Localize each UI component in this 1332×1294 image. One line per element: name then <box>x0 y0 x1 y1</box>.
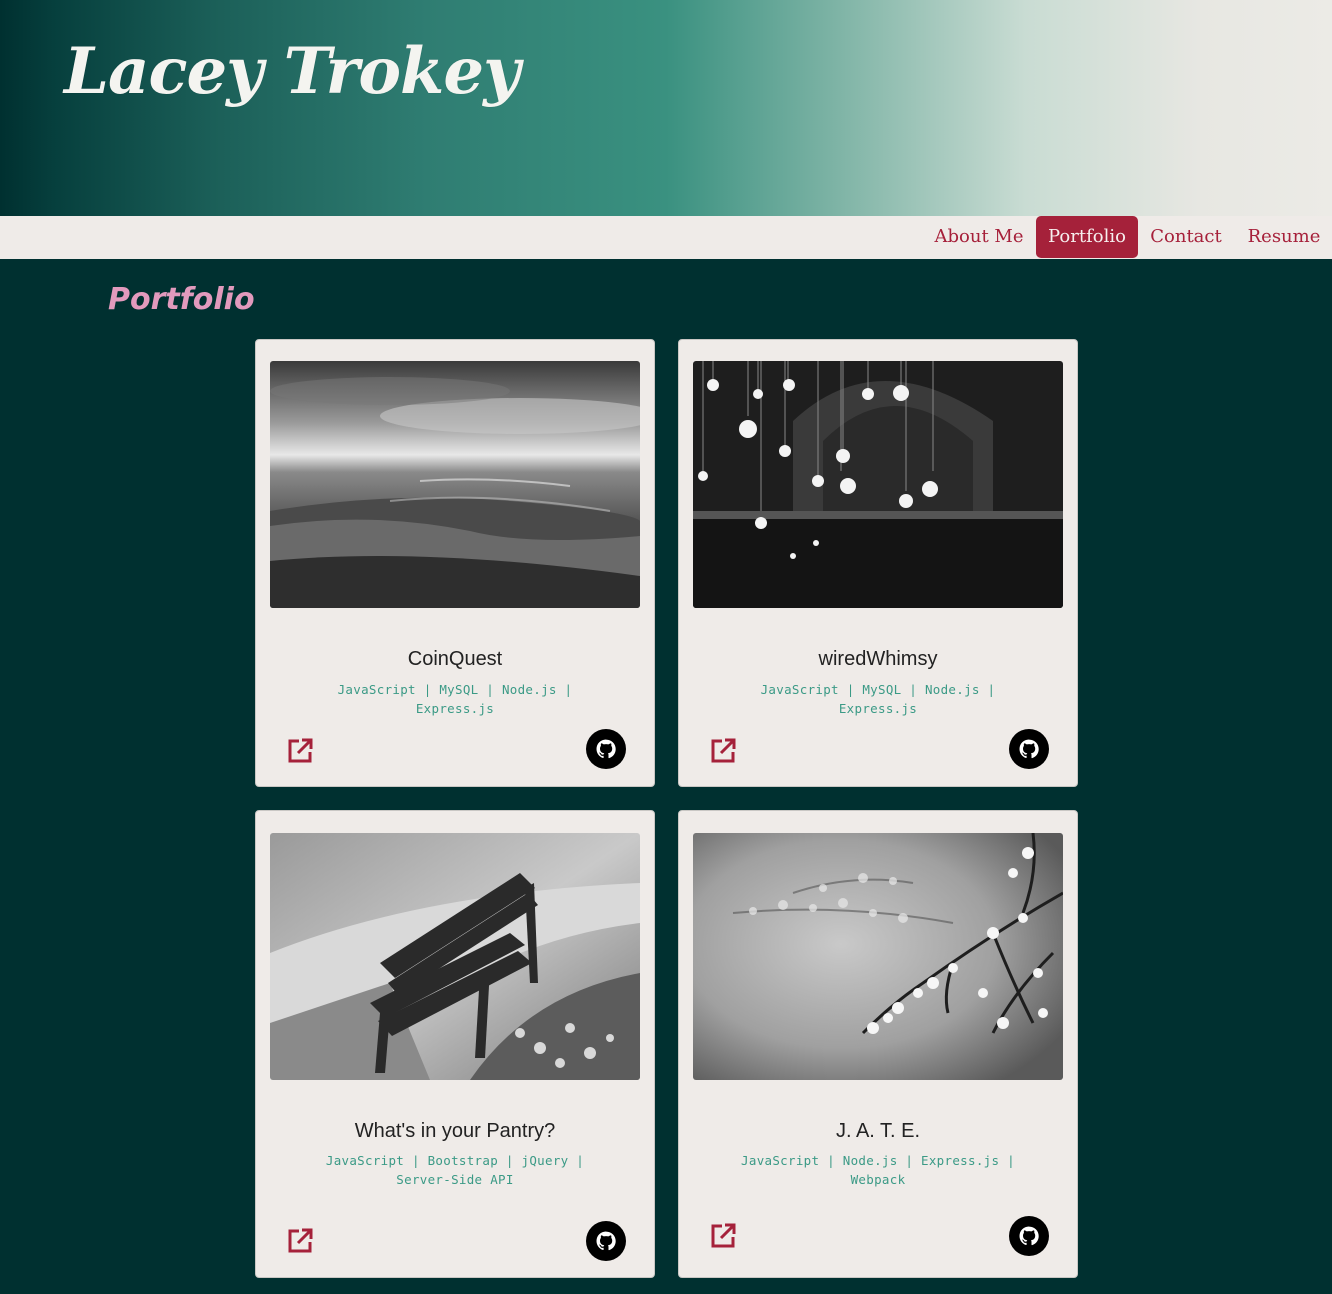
github-icon[interactable] <box>1009 1216 1049 1256</box>
cherry-blossom-photo <box>693 833 1063 1080</box>
park-bench-photo <box>270 833 640 1080</box>
project-tech-list: JavaScript | Node.js | Express.js | Webp… <box>741 1153 1015 1187</box>
header-banner: Lacey Trokey <box>0 0 1332 216</box>
nav-about-me[interactable]: About Me <box>928 216 1030 258</box>
ocean-shore-photo <box>270 361 640 608</box>
project-tech-list: JavaScript | MySQL | Node.js | Express.j… <box>337 682 573 716</box>
project-title: CoinQuest <box>407 648 503 670</box>
project-card-wiredwhimsy: wiredWhimsy JavaScript | MySQL | Node.js… <box>678 339 1078 787</box>
nav-contact[interactable]: Contact <box>1142 216 1230 258</box>
external-link-icon[interactable] <box>285 1226 315 1256</box>
github-icon[interactable] <box>1009 729 1049 769</box>
navbar: About Me Portfolio Contact Resume <box>0 216 1332 259</box>
nav-portfolio[interactable]: Portfolio <box>1036 216 1138 258</box>
external-link-icon[interactable] <box>708 1221 738 1251</box>
external-link-icon[interactable] <box>708 736 738 766</box>
project-card-coinquest: CoinQuest JavaScript | MySQL | Node.js |… <box>255 339 655 787</box>
nav-resume[interactable]: Resume <box>1240 216 1328 258</box>
project-title: What's in your Pantry? <box>354 1120 556 1142</box>
project-card-jate: J. A. T. E. JavaScript | Node.js | Expre… <box>678 810 1078 1278</box>
project-tech-list: JavaScript | MySQL | Node.js | Express.j… <box>760 682 996 716</box>
github-icon[interactable] <box>586 729 626 769</box>
project-title: J. A. T. E. <box>835 1120 921 1142</box>
github-icon[interactable] <box>586 1221 626 1261</box>
site-title: Lacey Trokey <box>64 34 520 109</box>
external-link-icon[interactable] <box>285 736 315 766</box>
hanging-lights-photo <box>693 361 1063 608</box>
section-title: Portfolio <box>108 282 255 317</box>
project-title: wiredWhimsy <box>818 648 938 670</box>
project-card-pantry: What's in your Pantry? JavaScript | Boot… <box>255 810 655 1278</box>
project-tech-list: JavaScript | Bootstrap | jQuery | Server… <box>325 1153 585 1187</box>
